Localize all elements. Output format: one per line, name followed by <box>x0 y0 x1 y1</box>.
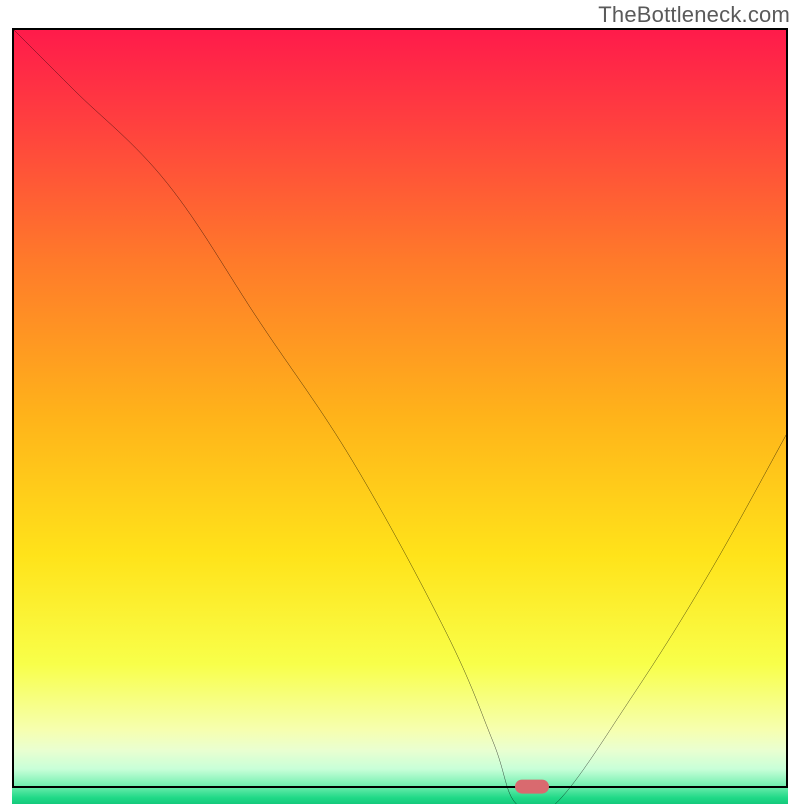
optimal-marker <box>515 780 549 794</box>
watermark-text: TheBottleneck.com <box>598 2 790 28</box>
bottleneck-curve <box>12 28 788 804</box>
plot-area <box>12 28 788 788</box>
chart-container: TheBottleneck.com <box>0 0 800 800</box>
curve-path <box>12 28 788 804</box>
